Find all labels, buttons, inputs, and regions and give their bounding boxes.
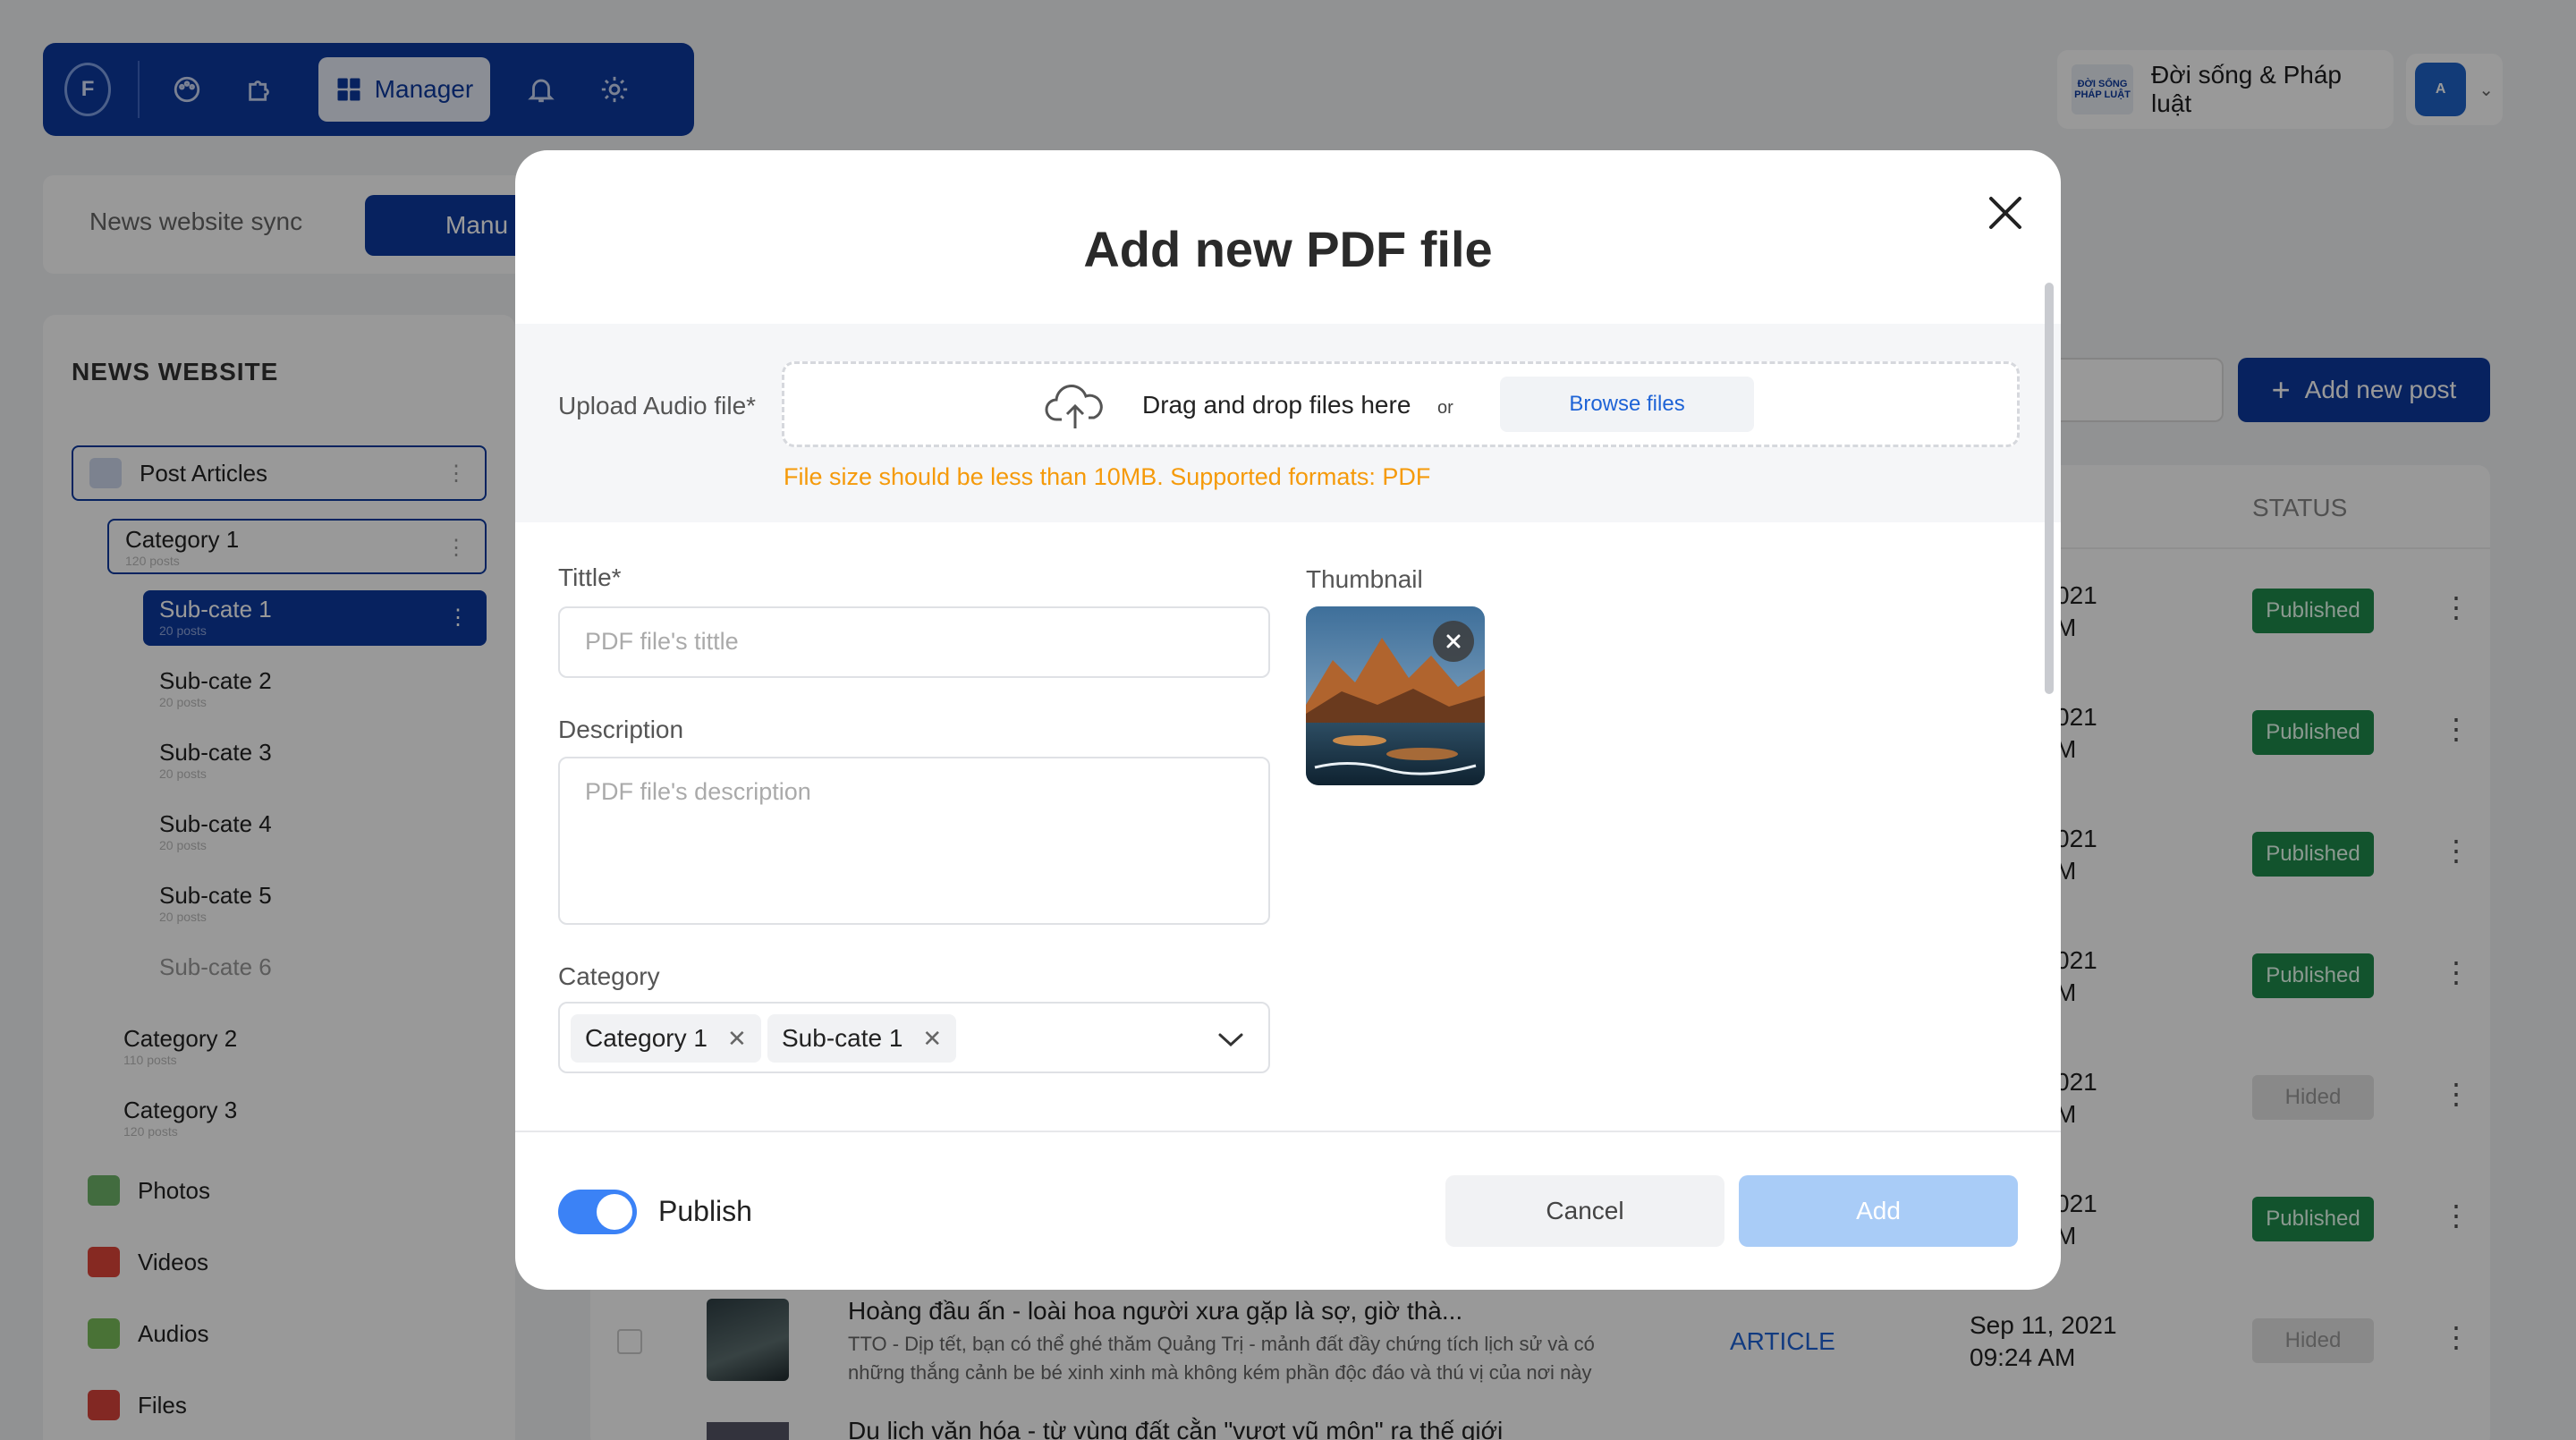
description-placeholder: PDF file's description	[585, 778, 811, 805]
publish-toggle[interactable]	[558, 1190, 637, 1234]
upload-section: Upload Audio file* Drag and drop files h…	[515, 324, 2061, 522]
title-field-label: Tittle*	[558, 563, 622, 591]
chip-label: Sub-cate 1	[782, 1024, 903, 1052]
add-label: Add	[1856, 1197, 1901, 1224]
thumbnail-image	[1306, 606, 1485, 785]
file-dropzone[interactable]: Drag and drop files here or Browse files	[782, 361, 2020, 447]
browse-files-label: Browse files	[1569, 392, 1685, 416]
chip-remove-icon[interactable]: ✕	[922, 1025, 942, 1053]
title-placeholder: PDF file's tittle	[585, 628, 739, 655]
category-chip: Sub-cate 1 ✕	[767, 1014, 957, 1063]
chip-remove-icon[interactable]: ✕	[727, 1025, 747, 1053]
footer-divider	[515, 1131, 2061, 1132]
upload-label: Upload Audio file*	[558, 392, 757, 419]
drag-drop-text: Drag and drop files here	[1142, 391, 1411, 419]
remove-thumbnail-button[interactable]	[1433, 621, 1474, 662]
add-button[interactable]: Add	[1739, 1175, 2018, 1247]
chip-label: Category 1	[585, 1024, 708, 1052]
description-textarea[interactable]: PDF file's description	[558, 757, 1270, 925]
description-field-label: Description	[558, 716, 684, 743]
category-chip: Category 1 ✕	[571, 1014, 761, 1063]
cancel-label: Cancel	[1546, 1197, 1624, 1224]
cloud-upload-icon	[1045, 385, 1103, 428]
close-icon	[1446, 634, 1461, 648]
publish-label: Publish	[658, 1195, 752, 1227]
add-pdf-modal: Add new PDF file Upload Audio file* Drag…	[515, 150, 2061, 1290]
title-input[interactable]: PDF file's tittle	[558, 606, 1270, 678]
toggle-knob	[597, 1194, 632, 1230]
category-field-label: Category	[558, 962, 660, 990]
category-multiselect[interactable]: Category 1 ✕ Sub-cate 1 ✕	[558, 1002, 1270, 1073]
browse-files-button[interactable]: Browse files	[1500, 377, 1754, 432]
cancel-button[interactable]: Cancel	[1445, 1175, 1724, 1247]
modal-title: Add new PDF file	[1083, 221, 1493, 277]
thumbnail-label: Thumbnail	[1306, 565, 1423, 593]
chevron-down-icon[interactable]	[1216, 1027, 1245, 1052]
upload-hint: File size should be less than 10MB. Supp…	[784, 463, 1431, 490]
or-text: or	[1437, 398, 1453, 418]
modal-scrollbar[interactable]	[2045, 283, 2054, 1127]
scrollbar-thumb[interactable]	[2045, 283, 2054, 694]
